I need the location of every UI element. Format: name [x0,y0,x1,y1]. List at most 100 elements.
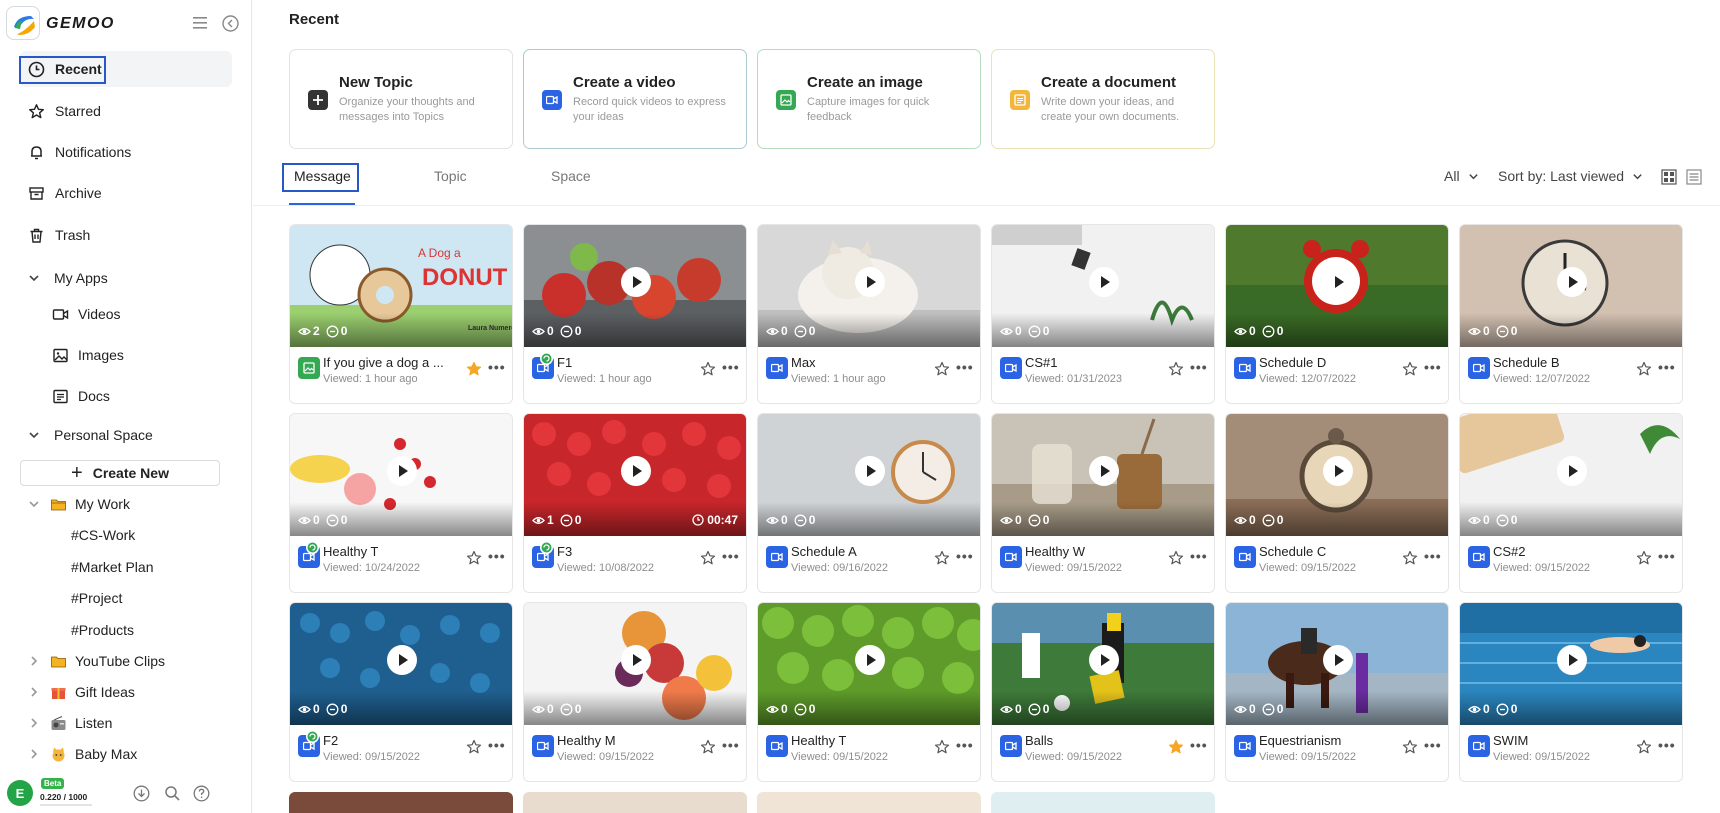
sort-dropdown[interactable]: Sort by: Last viewed [1498,168,1643,184]
more-options-icon[interactable]: ••• [1424,548,1442,564]
download-icon[interactable] [133,785,150,802]
message-card[interactable]: 0 0 Max Viewed: 1 hour ago ••• [757,224,981,404]
message-card[interactable]: 0 0 Healthy T Viewed: 09/15/2022 ••• [757,602,981,782]
card-thumbnail[interactable]: 00 [758,225,980,347]
tag-products[interactable]: #Products [71,619,134,641]
list-view-icon[interactable] [1686,169,1702,185]
card-title[interactable]: Max [791,355,816,370]
card-title[interactable]: Schedule B [1493,355,1560,370]
card-thumbnail[interactable]: 00 [992,603,1214,725]
tag-market-plan[interactable]: #Market Plan [71,556,153,578]
card-thumbnail[interactable]: 00 [758,603,980,725]
play-icon[interactable] [387,645,417,675]
star-icon[interactable] [1168,361,1184,377]
play-icon[interactable] [1089,645,1119,675]
card-thumbnail[interactable]: 00 [1226,603,1448,725]
more-options-icon[interactable]: ••• [1658,548,1676,564]
message-card[interactable]: 0 0 Healthy W Viewed: 09/15/2022 ••• [991,413,1215,593]
more-options-icon[interactable]: ••• [488,737,506,753]
more-options-icon[interactable]: ••• [722,548,740,564]
message-card[interactable]: 0 0 SWIM Viewed: 09/15/2022 ••• [1459,602,1683,782]
play-icon[interactable] [621,645,651,675]
card-thumbnail[interactable]: 00 [992,414,1214,536]
folder-my-work[interactable]: My Work [28,492,130,516]
message-card[interactable]: 0 0 F2 Viewed: 09/15/2022 ••• [289,602,513,782]
more-options-icon[interactable]: ••• [722,359,740,375]
card-thumbnail[interactable]: 00 [524,603,746,725]
more-options-icon[interactable]: ••• [1658,737,1676,753]
sidebar-item-archive[interactable]: Archive [20,175,232,211]
tag-project[interactable]: #Project [71,587,122,609]
my-apps-group[interactable]: My Apps [28,266,108,290]
more-options-icon[interactable]: ••• [956,359,974,375]
create-image-card[interactable]: Create an image Capture images for quick… [757,49,981,149]
more-options-icon[interactable]: ••• [1424,737,1442,753]
message-card[interactable]: 0 0 Healthy T Viewed: 10/24/2022 ••• [289,413,513,593]
card-title[interactable]: Schedule D [1259,355,1326,370]
create-new-button[interactable]: + Create New [20,460,220,486]
card-title[interactable]: Equestrianism [1259,733,1341,748]
play-icon[interactable] [1557,267,1587,297]
card-thumbnail[interactable]: 00 [1226,225,1448,347]
sidebar-item-notifications[interactable]: Notifications [20,134,232,170]
grid-view-icon[interactable] [1661,169,1677,185]
more-options-icon[interactable]: ••• [1658,359,1676,375]
card-title[interactable]: CS#2 [1493,544,1526,559]
star-icon[interactable] [700,361,716,377]
card-thumbnail[interactable]: 00 [1460,603,1682,725]
card-title[interactable]: Schedule A [791,544,857,559]
card-title[interactable]: Healthy W [1025,544,1085,559]
star-icon[interactable] [1636,550,1652,566]
more-options-icon[interactable]: ••• [1190,548,1208,564]
more-options-icon[interactable]: ••• [722,737,740,753]
more-options-icon[interactable]: ••• [956,548,974,564]
card-title[interactable]: Balls [1025,733,1053,748]
play-icon[interactable] [1323,267,1353,297]
message-card[interactable]: A Dog aDONUTLaura Numeroff20If you give … [289,224,513,404]
folder-baby-max[interactable]: Baby Max [28,742,137,766]
star-icon[interactable] [1636,361,1652,377]
folder-gift-ideas[interactable]: Gift Ideas [28,680,135,704]
sidebar-item-docs[interactable]: Docs [52,383,110,409]
card-title[interactable]: CS#1 [1025,355,1058,370]
message-card[interactable]: 0 0 Schedule D Viewed: 12/07/2022 ••• [1225,224,1449,404]
tag-cs-work[interactable]: #CS-Work [71,524,135,546]
card-thumbnail[interactable]: 00 [1460,414,1682,536]
sidebar-item-videos[interactable]: Videos [52,301,121,327]
folder-listen[interactable]: Listen [28,711,112,735]
sidebar-item-starred[interactable]: Starred [20,93,232,129]
play-icon[interactable] [1557,456,1587,486]
message-card[interactable]: 0 0 Schedule A Viewed: 09/16/2022 ••• [757,413,981,593]
star-icon[interactable] [700,739,716,755]
message-card[interactable]: 0 0 Healthy M Viewed: 09/15/2022 ••• [523,602,747,782]
star-icon[interactable] [466,550,482,566]
star-icon[interactable] [466,739,482,755]
card-thumbnail[interactable]: 00 [992,225,1214,347]
play-icon[interactable] [855,267,885,297]
play-icon[interactable] [1557,645,1587,675]
help-icon[interactable] [193,785,210,802]
folder-youtube-clips[interactable]: YouTube Clips [28,649,165,673]
message-card[interactable]: 0 0 Schedule B Viewed: 12/07/2022 ••• [1459,224,1683,404]
more-options-icon[interactable]: ••• [488,359,506,375]
message-card[interactable]: 0 0 CS#1 Viewed: 01/31/2023 ••• [991,224,1215,404]
play-icon[interactable] [1089,456,1119,486]
card-thumbnail[interactable]: 00 [290,414,512,536]
card-title[interactable]: F2 [323,733,338,748]
card-thumbnail[interactable]: 00 [524,225,746,347]
play-icon[interactable] [621,267,651,297]
star-icon[interactable] [466,361,482,377]
sidebar-item-trash[interactable]: Trash [20,217,232,253]
card-title[interactable]: SWIM [1493,733,1528,748]
more-options-icon[interactable]: ••• [1190,359,1208,375]
play-icon[interactable] [387,456,417,486]
star-icon[interactable] [1636,739,1652,755]
card-title[interactable]: Schedule C [1259,544,1326,559]
card-thumbnail[interactable]: 00 [1226,414,1448,536]
search-icon[interactable] [164,785,181,802]
star-icon[interactable] [934,739,950,755]
star-icon[interactable] [1168,550,1184,566]
more-options-icon[interactable]: ••• [956,737,974,753]
collapse-sidebar-icon[interactable] [222,15,239,32]
play-icon[interactable] [855,456,885,486]
